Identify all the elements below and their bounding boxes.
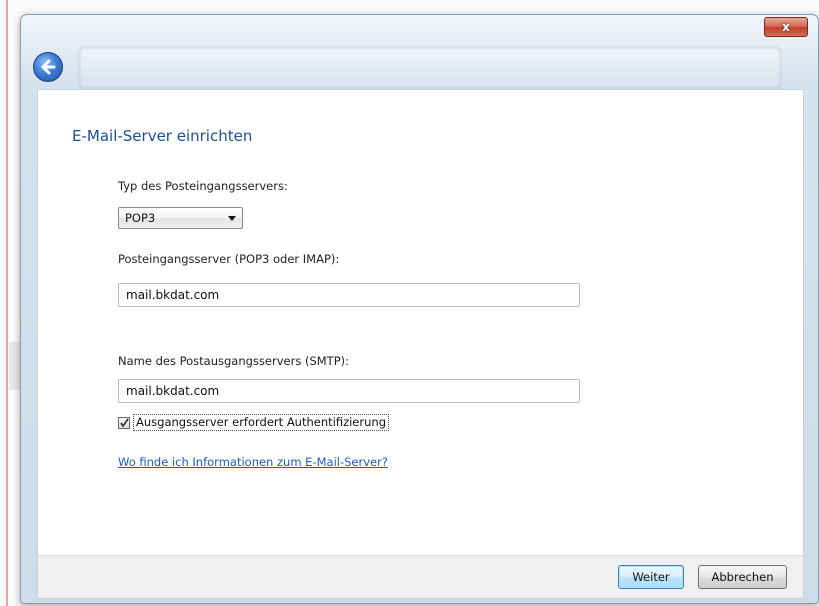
auth-checkbox-row[interactable]: Ausgangsserver erfordert Authentifizieru…: [118, 414, 389, 431]
cancel-button[interactable]: Abbrechen: [698, 565, 787, 589]
incoming-type-select[interactable]: POP3: [118, 207, 243, 229]
incoming-type-label: Typ des Posteingangsservers:: [118, 179, 288, 193]
incoming-type-value: POP3: [125, 211, 156, 225]
checkmark-icon: [120, 418, 129, 427]
left-guide-line: [6, 0, 8, 606]
outgoing-server-label: Name des Postausgangsservers (SMTP):: [118, 354, 349, 368]
close-button[interactable]: x: [764, 17, 808, 37]
back-button[interactable]: [33, 52, 63, 82]
page: x E-Mail-Server einrichten Typ des Poste…: [0, 0, 819, 606]
chevron-down-icon: [228, 216, 236, 221]
outgoing-server-input[interactable]: [118, 379, 580, 403]
dialog-window: x E-Mail-Server einrichten Typ des Poste…: [20, 14, 819, 604]
dialog-footer: Weiter Abbrechen: [37, 555, 804, 599]
close-icon: x: [782, 20, 790, 34]
page-title: E-Mail-Server einrichten: [72, 127, 253, 145]
incoming-server-label: Posteingangsserver (POP3 oder IMAP):: [118, 252, 340, 266]
back-arrow-icon: [41, 59, 56, 75]
address-bar: [79, 47, 781, 89]
mail-server-help-link[interactable]: Wo finde ich Informationen zum E-Mail-Se…: [118, 455, 388, 469]
content-panel: E-Mail-Server einrichten Typ des Postein…: [37, 89, 804, 556]
next-button[interactable]: Weiter: [618, 565, 684, 589]
auth-checkbox-label: Ausgangsserver erfordert Authentifizieru…: [133, 414, 389, 431]
incoming-server-input[interactable]: [118, 283, 580, 307]
auth-checkbox[interactable]: [118, 416, 130, 429]
